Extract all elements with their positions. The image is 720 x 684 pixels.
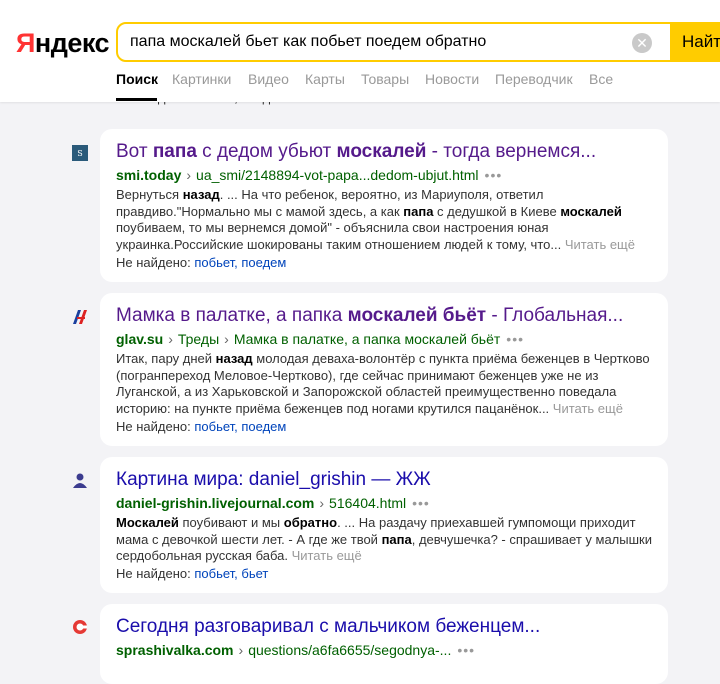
not-found-line: Не найдено: побьет, поедем — [116, 419, 287, 434]
tab-all[interactable]: Все — [589, 71, 613, 87]
header: Яндекс ✕ Найти Поиск Картинки Видео Карт… — [0, 0, 720, 102]
result-url: smi.today › ua_smi/2148894-vot-papa...dedo… — [116, 167, 503, 183]
search-result: Сегодня разговаривал с мальчиком беженце… — [100, 604, 668, 684]
more-icon[interactable]: ••• — [485, 167, 503, 183]
tab-news[interactable]: Новости — [425, 71, 479, 87]
result-host[interactable]: smi.today — [116, 167, 181, 183]
close-icon[interactable]: ✕ — [632, 33, 652, 53]
result-snippet: Вернуться назад. ... На что ребенок, вер… — [116, 187, 635, 252]
tab-images[interactable]: Картинки — [172, 71, 231, 87]
more-icon[interactable]: ••• — [457, 642, 475, 658]
not-found-line: Не найдено: побьет, поедем — [116, 255, 287, 270]
tab-products[interactable]: Товары — [361, 71, 409, 87]
result-host[interactable]: glav.su — [116, 331, 163, 347]
user-avatar-icon — [73, 473, 87, 488]
yandex-logo[interactable]: Яндекс — [16, 28, 110, 59]
result-path[interactable]: questions/a6fa6655/segodnya-... — [248, 642, 451, 658]
result-host[interactable]: daniel-grishin.livejournal.com — [116, 495, 314, 511]
search-result: Мамка в палатке, а папка москалей бьёт -… — [100, 293, 668, 446]
result-title[interactable]: Картина мира: daniel_grishin — ЖЖ — [116, 469, 431, 491]
read-more-link[interactable]: Читать ещё — [553, 401, 623, 416]
result-host[interactable]: sprashivalka.com — [116, 642, 234, 658]
result-snippet: Москалей поубивают и мы обратно. ... На … — [116, 515, 652, 563]
result-path[interactable]: 516404.html — [329, 495, 406, 511]
sprashivalka-favicon — [73, 620, 87, 634]
smi-today-favicon: S — [72, 145, 88, 161]
result-snippet: Итак, пару дней назад молодая деваха-вол… — [116, 351, 650, 416]
tab-translator[interactable]: Переводчик — [495, 71, 573, 87]
find-button[interactable]: Найти — [670, 22, 720, 62]
tab-maps[interactable]: Карты — [305, 71, 345, 87]
tab-video[interactable]: Видео — [248, 71, 289, 87]
result-url: sprashivalka.com › questions/a6fa6655/sego… — [116, 642, 476, 658]
search-input[interactable] — [130, 33, 630, 51]
result-url: daniel-grishin.livejournal.com › 516404.ht… — [116, 495, 430, 511]
result-title[interactable]: Вот папа с дедом убьют москалей - тогда … — [116, 141, 596, 163]
not-found-line: Не найдено: побьет, бьет — [116, 566, 269, 581]
read-more-link[interactable]: Читать ещё — [565, 237, 635, 252]
glav-su-favicon — [73, 310, 87, 324]
search-result: Картина мира: daniel_grishin — ЖЖ daniel… — [100, 457, 668, 593]
svg-text:S: S — [77, 149, 82, 158]
search-box: ✕ Найти — [116, 22, 720, 62]
tab-search[interactable]: Поиск — [116, 71, 158, 87]
breadcrumb[interactable]: Мамка в палатке, а папка москалей бьёт — [234, 331, 500, 347]
not-found-words[interactable]: побьет, поедем — [194, 419, 286, 434]
breadcrumb[interactable]: Треды — [178, 331, 219, 347]
result-title[interactable]: Мамка в палатке, а папка москалей бьёт -… — [116, 305, 623, 327]
read-more-link[interactable]: Читать ещё — [292, 548, 362, 563]
result-path[interactable]: ua_smi/2148894-vot-papa...dedom-ubjut.ht… — [196, 167, 479, 183]
result-title[interactable]: Сегодня разговаривал с мальчиком беженце… — [116, 616, 540, 638]
result-url: glav.su › Треды › Мамка в палатке, а папка м… — [116, 331, 525, 347]
search-result: Вот папа с дедом убьют москалей - тогда … — [100, 129, 668, 282]
not-found-words[interactable]: побьет, бьет — [194, 566, 268, 581]
active-tab-underline — [116, 98, 157, 101]
more-icon[interactable]: ••• — [506, 331, 524, 347]
not-found-words[interactable]: побьет, поедем — [194, 255, 286, 270]
more-icon[interactable]: ••• — [412, 495, 430, 511]
